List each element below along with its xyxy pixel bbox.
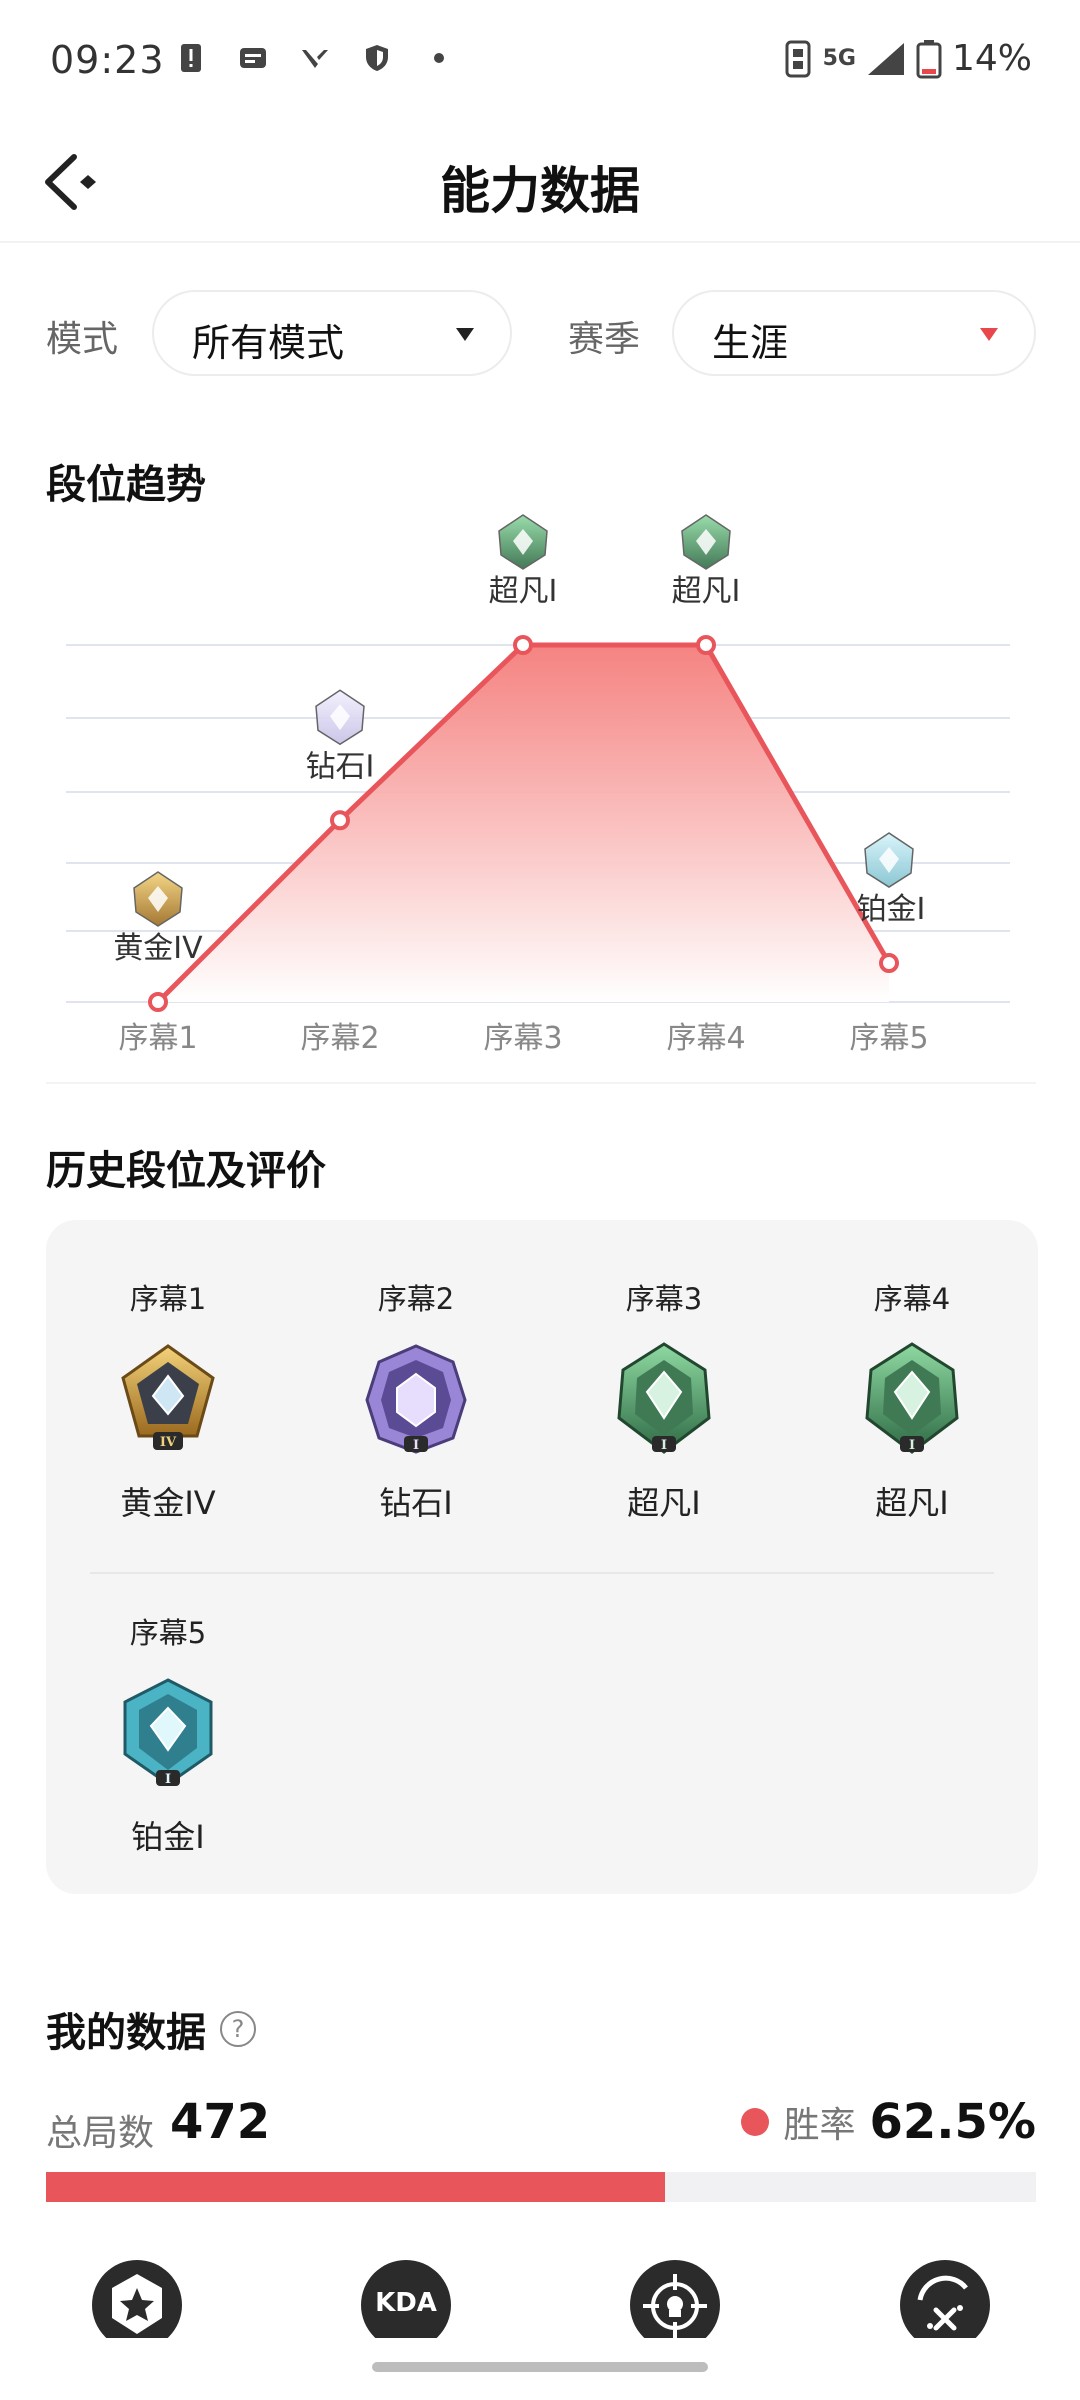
history-item[interactable]: 序幕5 I 铂金I [68, 1610, 268, 1858]
star-icon [112, 2274, 162, 2334]
diamond-i-badge-icon: I [365, 1344, 467, 1454]
network-label: 5G [822, 46, 856, 71]
rank-trend-svg: 黄金IV 序幕1 钻石I 序幕2 超凡I 序幕3 超凡I 序幕4 铂金I 序幕5 [66, 514, 1010, 1056]
alert-icon [181, 44, 201, 72]
winrate-bar-fill [46, 2172, 665, 2202]
kda-icon: KDA [375, 2288, 437, 2318]
status-time: 09:23 [50, 38, 165, 82]
caret-down-icon [980, 328, 998, 341]
history-season: 序幕4 [873, 1282, 951, 1316]
data-label: 超凡I [672, 574, 741, 609]
filter-bar: 模式 所有模式 赛季 生涯 [46, 290, 1036, 378]
crosshair-tab[interactable] [630, 2260, 720, 2338]
history-title: 历史段位及评价 [46, 1148, 326, 1194]
help-icon[interactable]: ? [220, 2011, 256, 2047]
history-rank: 钻石I [379, 1484, 453, 1522]
battery-level: 14% [951, 38, 1032, 79]
message-icon [240, 48, 266, 68]
ascendant-rank-icon [681, 514, 731, 570]
caret-down-icon [456, 328, 474, 341]
data-label: 钻石I [306, 749, 375, 784]
history-season: 序幕2 [377, 1282, 455, 1316]
ascendant-i-badge-icon: I [617, 1342, 711, 1454]
notification-icons [175, 42, 455, 74]
total-games-label: 总局数 [46, 2113, 155, 2154]
data-point [696, 635, 716, 655]
mode-select[interactable]: 所有模式 [152, 290, 512, 376]
winrate-bar [46, 2172, 1036, 2202]
rank-area [158, 645, 889, 1002]
badge-tier: I [661, 1438, 667, 1453]
data-point [330, 810, 350, 831]
bottom-tab-bar: KDA [0, 2248, 1080, 2338]
star-tab[interactable] [92, 2260, 182, 2338]
vibrate-icon [785, 40, 811, 77]
ascendant-i-badge-icon: I [865, 1342, 959, 1454]
history-rank: 超凡I [875, 1484, 949, 1522]
history-rank: 铂金I [131, 1818, 205, 1856]
season-label: 赛季 [568, 319, 641, 360]
battery-icon [916, 39, 942, 78]
season-select[interactable]: 生涯 [672, 290, 1036, 376]
winrate: 胜率 62.5% [741, 2094, 1036, 2150]
section-divider [46, 1082, 1036, 1084]
gold-rank-icon [133, 871, 183, 927]
badge-tier: I [909, 1438, 915, 1453]
data-label: 超凡I [489, 574, 558, 609]
valorant-icon [302, 50, 328, 68]
badge-tier: I [165, 1772, 171, 1787]
platinum-i-badge-icon: I [123, 1678, 213, 1787]
total-games-value: 472 [170, 2094, 271, 2150]
history-item[interactable]: 序幕1 IV 黄金IV [68, 1276, 268, 1524]
x-tick-label: 序幕3 [483, 1021, 562, 1056]
my-data-label: 我的数据 [46, 2010, 206, 2056]
winrate-dot-icon [741, 2108, 770, 2136]
x-tick-label: 序幕5 [849, 1021, 928, 1056]
gold-iv-badge-icon: IV [121, 1344, 215, 1450]
mode-label: 模式 [46, 319, 119, 360]
page-title: 能力数据 [440, 162, 640, 220]
ascendant-rank-icon [498, 514, 548, 570]
winrate-value: 62.5% [869, 2094, 1036, 2150]
x-tick-label: 序幕1 [118, 1021, 197, 1056]
x-tick-label: 序幕4 [666, 1021, 745, 1056]
history-item[interactable]: 序幕2 I 钻石I [316, 1276, 516, 1524]
platinum-rank-icon [864, 832, 914, 888]
data-label: 铂金I [857, 892, 926, 927]
season-value: 生涯 [712, 321, 789, 365]
my-data-title: 我的数据 ? [46, 2000, 256, 2058]
home-indicator [372, 2362, 708, 2372]
crosshair-icon [643, 2274, 707, 2338]
data-point [513, 635, 533, 655]
history-item[interactable]: 序幕4 I 超凡I [812, 1276, 1012, 1524]
badge-tier: IV [160, 1435, 177, 1450]
stats-row: 总局数 472 胜率 62.5% [46, 2090, 1036, 2160]
dot-icon [434, 53, 444, 63]
history-card: 序幕1 IV 黄金IV 序幕2 I 钻石I 序幕3 I 超凡I 序幕4 I 超凡… [46, 1220, 1038, 1894]
diamond-rank-icon [315, 689, 365, 746]
history-rank: 超凡I [627, 1484, 701, 1522]
rank-trend-chart: 黄金IV 序幕1 钻石I 序幕2 超凡I 序幕3 超凡I 序幕4 铂金I 序幕5 [0, 490, 1080, 1080]
data-point [879, 953, 899, 974]
history-season: 序幕5 [129, 1616, 207, 1650]
history-season: 序幕3 [625, 1282, 703, 1316]
history-item[interactable]: 序幕3 I 超凡I [564, 1276, 764, 1524]
system-icons: 5G 14% [783, 38, 1032, 79]
kda-tab[interactable]: KDA [361, 2260, 451, 2338]
winrate-label: 胜率 [783, 2105, 856, 2146]
x-tick-label: 序幕2 [300, 1021, 379, 1056]
badge-tier: I [413, 1438, 419, 1453]
mode-value: 所有模式 [192, 321, 345, 365]
history-divider [90, 1572, 994, 1574]
shield-icon [366, 45, 388, 71]
history-rank: 黄金IV [120, 1484, 216, 1522]
status-bar: 09:23 5G 14% [0, 0, 1080, 125]
combat-icon [917, 2275, 968, 2331]
data-label: 黄金IV [113, 931, 203, 966]
signal-icon [867, 42, 904, 75]
data-point [148, 992, 168, 1012]
combat-tab[interactable] [900, 2260, 990, 2338]
app-header: 能力数据 [0, 125, 1080, 243]
history-season: 序幕1 [129, 1282, 207, 1316]
